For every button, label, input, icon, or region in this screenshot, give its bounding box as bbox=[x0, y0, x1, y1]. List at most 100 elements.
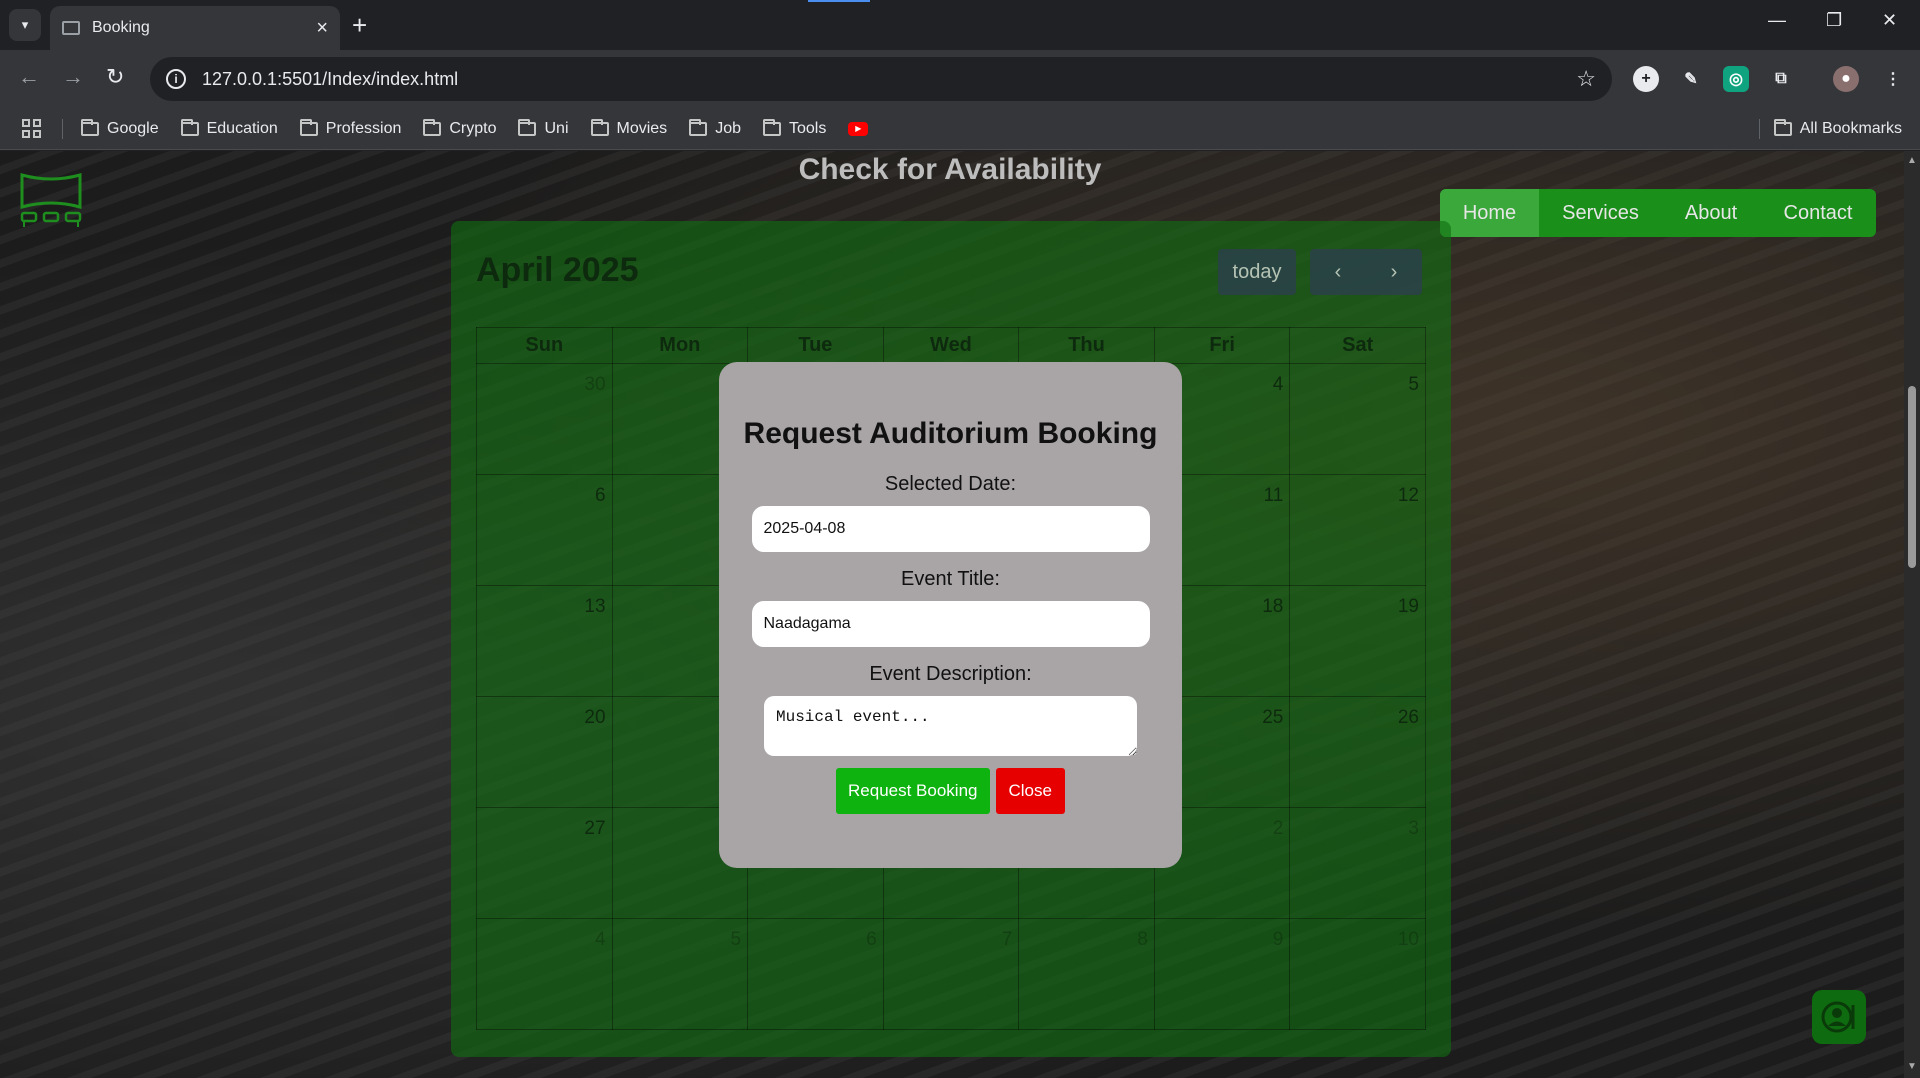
calendar-day-cell[interactable]: 30 bbox=[476, 363, 613, 475]
bookmark-folder-uni[interactable]: Uni bbox=[518, 118, 569, 138]
folder-icon bbox=[299, 118, 318, 136]
event-description-field[interactable]: Musical event... bbox=[764, 696, 1137, 756]
folder-icon bbox=[1773, 118, 1792, 136]
page-viewport: Check for Availability Home Services Abo… bbox=[0, 151, 1904, 1078]
weekday-header: Sun bbox=[476, 327, 613, 364]
calendar-day-cell[interactable]: 26 bbox=[1289, 696, 1426, 808]
tab-search-button[interactable]: ▾ bbox=[9, 9, 41, 41]
page-favicon-icon bbox=[62, 21, 80, 35]
calendar-day-cell[interactable]: 19 bbox=[1289, 585, 1426, 697]
calendar-day-cell[interactable]: 6 bbox=[476, 474, 613, 586]
bookmark-folder-tools[interactable]: Tools bbox=[762, 118, 827, 138]
calendar-day-cell[interactable]: 5 bbox=[611, 918, 749, 1030]
bookmark-star-icon[interactable]: ☆ bbox=[1576, 66, 1596, 92]
calendar-day-cell[interactable]: 13 bbox=[476, 585, 613, 697]
contact-widget-button[interactable] bbox=[1812, 990, 1866, 1044]
youtube-icon: ▶ bbox=[848, 121, 869, 136]
event-title-label: Event Title: bbox=[901, 568, 1000, 590]
nav-about[interactable]: About bbox=[1662, 189, 1760, 237]
calendar-day-cell[interactable]: 10 bbox=[1289, 918, 1426, 1030]
browser-toolbar: ← → ↻ i 127.0.0.1:5501/Index/index.html … bbox=[0, 50, 1920, 108]
close-modal-button[interactable]: Close bbox=[995, 768, 1065, 814]
back-icon[interactable]: ← bbox=[18, 64, 40, 90]
eyedropper-icon[interactable]: ✎ bbox=[1678, 66, 1704, 92]
folder-icon bbox=[81, 118, 99, 136]
nav-contact[interactable]: Contact bbox=[1760, 189, 1876, 237]
nav-services[interactable]: Services bbox=[1539, 189, 1662, 237]
page-title: Check for Availability bbox=[798, 153, 1102, 186]
profile-avatar[interactable]: ● bbox=[1833, 66, 1859, 92]
today-button[interactable]: today bbox=[1218, 249, 1296, 295]
bookmark-label: Movies bbox=[616, 119, 668, 137]
calendar-day-cell[interactable]: 4 bbox=[476, 918, 613, 1030]
browser-tab[interactable]: Booking × bbox=[50, 6, 340, 50]
bookmark-folder-movies[interactable]: Movies bbox=[590, 118, 668, 138]
nav-home[interactable]: Home bbox=[1440, 189, 1539, 237]
bookmark-label: Crypto bbox=[449, 119, 497, 137]
scroll-up-icon[interactable]: ▲ bbox=[1907, 155, 1917, 166]
prev-month-button[interactable]: ‹ bbox=[1310, 249, 1366, 295]
calendar-day-cell[interactable]: 9 bbox=[1153, 918, 1291, 1030]
reload-icon[interactable]: ↻ bbox=[106, 64, 124, 90]
weekday-header: Tue bbox=[747, 327, 884, 364]
bookmark-label: Profession bbox=[325, 119, 402, 137]
folder-icon bbox=[518, 118, 537, 136]
extensions-puzzle-icon[interactable]: ⧉ bbox=[1768, 66, 1794, 92]
folder-icon bbox=[590, 118, 609, 136]
next-month-button[interactable]: › bbox=[1366, 249, 1422, 295]
scroll-down-icon[interactable]: ▼ bbox=[1907, 1061, 1917, 1072]
window-close-icon[interactable]: ✕ bbox=[1882, 10, 1897, 31]
calendar-day-cell[interactable]: 7 bbox=[882, 918, 1020, 1030]
page-scrollbar[interactable]: ▲ ▼ bbox=[1904, 151, 1920, 1078]
all-bookmarks-button[interactable]: All Bookmarks bbox=[1773, 118, 1902, 138]
apps-grid-icon[interactable] bbox=[22, 118, 42, 139]
chatgpt-extension-icon[interactable]: ◎ bbox=[1723, 66, 1749, 92]
calendar-day-cell[interactable]: 12 bbox=[1289, 474, 1426, 586]
close-tab-icon[interactable]: × bbox=[316, 17, 328, 40]
bookmarks-bar: Google Education Profession Crypto Uni M… bbox=[0, 108, 1920, 150]
address-bar[interactable]: i 127.0.0.1:5501/Index/index.html ☆ bbox=[150, 57, 1612, 101]
tab-title: Booking bbox=[92, 19, 150, 36]
weekday-header: Mon bbox=[611, 327, 749, 364]
calendar-day-cell[interactable]: 20 bbox=[476, 696, 613, 808]
minimize-icon[interactable]: — bbox=[1768, 10, 1786, 31]
calendar-day-cell[interactable]: 8 bbox=[1018, 918, 1155, 1030]
bookmark-label: Google bbox=[107, 119, 159, 137]
bookmark-folder-education[interactable]: Education bbox=[180, 118, 278, 138]
folder-icon bbox=[762, 118, 781, 136]
scrollbar-thumb[interactable] bbox=[1908, 386, 1916, 568]
calendar-week-row: 4 5 6 7 8 9 10 bbox=[476, 918, 1426, 1030]
main-nav: Home Services About Contact bbox=[1440, 189, 1876, 237]
bookmark-label: Tools bbox=[788, 119, 827, 137]
restore-icon[interactable]: ❐ bbox=[1826, 10, 1842, 31]
event-title-field[interactable] bbox=[751, 601, 1150, 647]
tab-accent-line bbox=[808, 0, 870, 2]
selected-date-field[interactable] bbox=[751, 506, 1150, 552]
weekday-header: Fri bbox=[1153, 327, 1291, 364]
add-extension-icon[interactable]: + bbox=[1633, 66, 1659, 92]
bookmark-folder-job[interactable]: Job bbox=[689, 118, 741, 138]
calendar-day-cell[interactable]: 6 bbox=[747, 918, 884, 1030]
folder-icon bbox=[180, 118, 199, 136]
site-info-icon[interactable]: i bbox=[166, 69, 186, 89]
calendar-day-cell[interactable]: 3 bbox=[1289, 807, 1426, 919]
forward-icon[interactable]: → bbox=[62, 64, 84, 90]
browser-menu-icon[interactable]: ⋮ bbox=[1880, 66, 1906, 92]
chevron-right-icon: › bbox=[1390, 260, 1398, 283]
bookmark-youtube[interactable]: ▶ bbox=[848, 121, 869, 136]
bookmark-folder-crypto[interactable]: Crypto bbox=[423, 118, 497, 138]
new-tab-button[interactable]: + bbox=[352, 10, 367, 41]
request-booking-button[interactable]: Request Booking bbox=[836, 768, 990, 814]
bookmarks-separator bbox=[1759, 118, 1760, 139]
bookmark-label: Uni bbox=[544, 119, 569, 137]
modal-actions: Request Booking Close bbox=[719, 768, 1182, 814]
bookmark-folder-profession[interactable]: Profession bbox=[299, 118, 402, 138]
url-text: 127.0.0.1:5501/Index/index.html bbox=[202, 68, 459, 89]
calendar-day-cell[interactable]: 5 bbox=[1289, 363, 1426, 475]
weekday-header: Sat bbox=[1289, 327, 1426, 364]
bookmark-folder-google[interactable]: Google bbox=[81, 118, 159, 138]
user-contact-icon bbox=[1821, 1001, 1855, 1033]
calendar-day-cell[interactable]: 27 bbox=[476, 807, 613, 919]
selected-date-label: Selected Date: bbox=[884, 473, 1017, 495]
all-bookmarks-label: All Bookmarks bbox=[1799, 119, 1902, 137]
